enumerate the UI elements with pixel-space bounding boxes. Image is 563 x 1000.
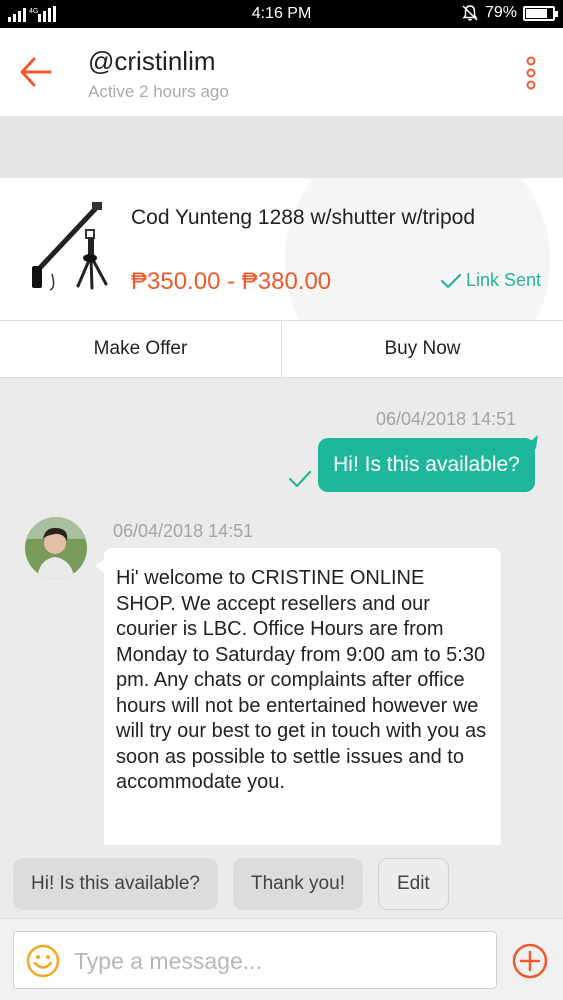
- contact-avatar[interactable]: [25, 517, 87, 579]
- sent-check-icon: [288, 470, 312, 488]
- product-card[interactable]: Cod Yunteng 1288 w/shutter w/tripod ₱350…: [0, 178, 563, 320]
- quick-reply-chip[interactable]: Hi! Is this available?: [13, 858, 218, 910]
- message-input-placeholder: Type a message...: [74, 948, 262, 974]
- composer-bar: Type a message...: [0, 918, 563, 1000]
- active-status: Active 2 hours ago: [88, 82, 229, 101]
- battery-percent: 79%: [484, 4, 517, 21]
- product-name: Cod Yunteng 1288 w/shutter w/tripod: [131, 206, 476, 229]
- message-input[interactable]: Type a message...: [13, 931, 497, 989]
- edit-quick-replies-button[interactable]: Edit: [377, 858, 449, 910]
- background-shape: [285, 178, 550, 320]
- quick-replies: Hi! Is this available? Thank you! Edit: [13, 858, 449, 910]
- product-actions: Make Offer Buy Now: [0, 320, 563, 378]
- make-offer-button[interactable]: Make Offer: [0, 321, 281, 377]
- header-spacer: [0, 116, 563, 178]
- product-price: ₱350.00 - ₱380.00: [131, 268, 332, 295]
- mute-bell-icon: [462, 5, 478, 21]
- message-timestamp: 06/04/2018 14:51: [376, 409, 517, 429]
- incoming-message-bubble[interactable]: Hi' welcome to CRISTINE ONLINE SHOP. We …: [95, 548, 501, 845]
- chat-header: @cristinlim Active 2 hours ago: [0, 28, 563, 116]
- more-vertical-icon[interactable]: [525, 56, 537, 90]
- quick-reply-chip[interactable]: Thank you!: [232, 858, 363, 910]
- message-timestamp: 06/04/2018 14:51: [113, 521, 254, 541]
- link-sent-status: Link Sent: [440, 270, 541, 291]
- status-bar: 4G 4:16 PM 79%: [0, 0, 563, 28]
- outgoing-message-bubble[interactable]: Hi! Is this available?: [318, 438, 535, 492]
- smiley-icon[interactable]: [26, 944, 60, 978]
- battery-icon: [523, 5, 558, 21]
- link-sent-label: Link Sent: [465, 270, 541, 290]
- product-thumbnail[interactable]: [22, 200, 118, 296]
- check-icon: [440, 273, 462, 288]
- add-circle-icon[interactable]: [511, 942, 549, 980]
- contact-name: @cristinlim: [88, 46, 216, 76]
- buy-now-button[interactable]: Buy Now: [281, 321, 563, 377]
- back-arrow-icon[interactable]: [18, 54, 54, 90]
